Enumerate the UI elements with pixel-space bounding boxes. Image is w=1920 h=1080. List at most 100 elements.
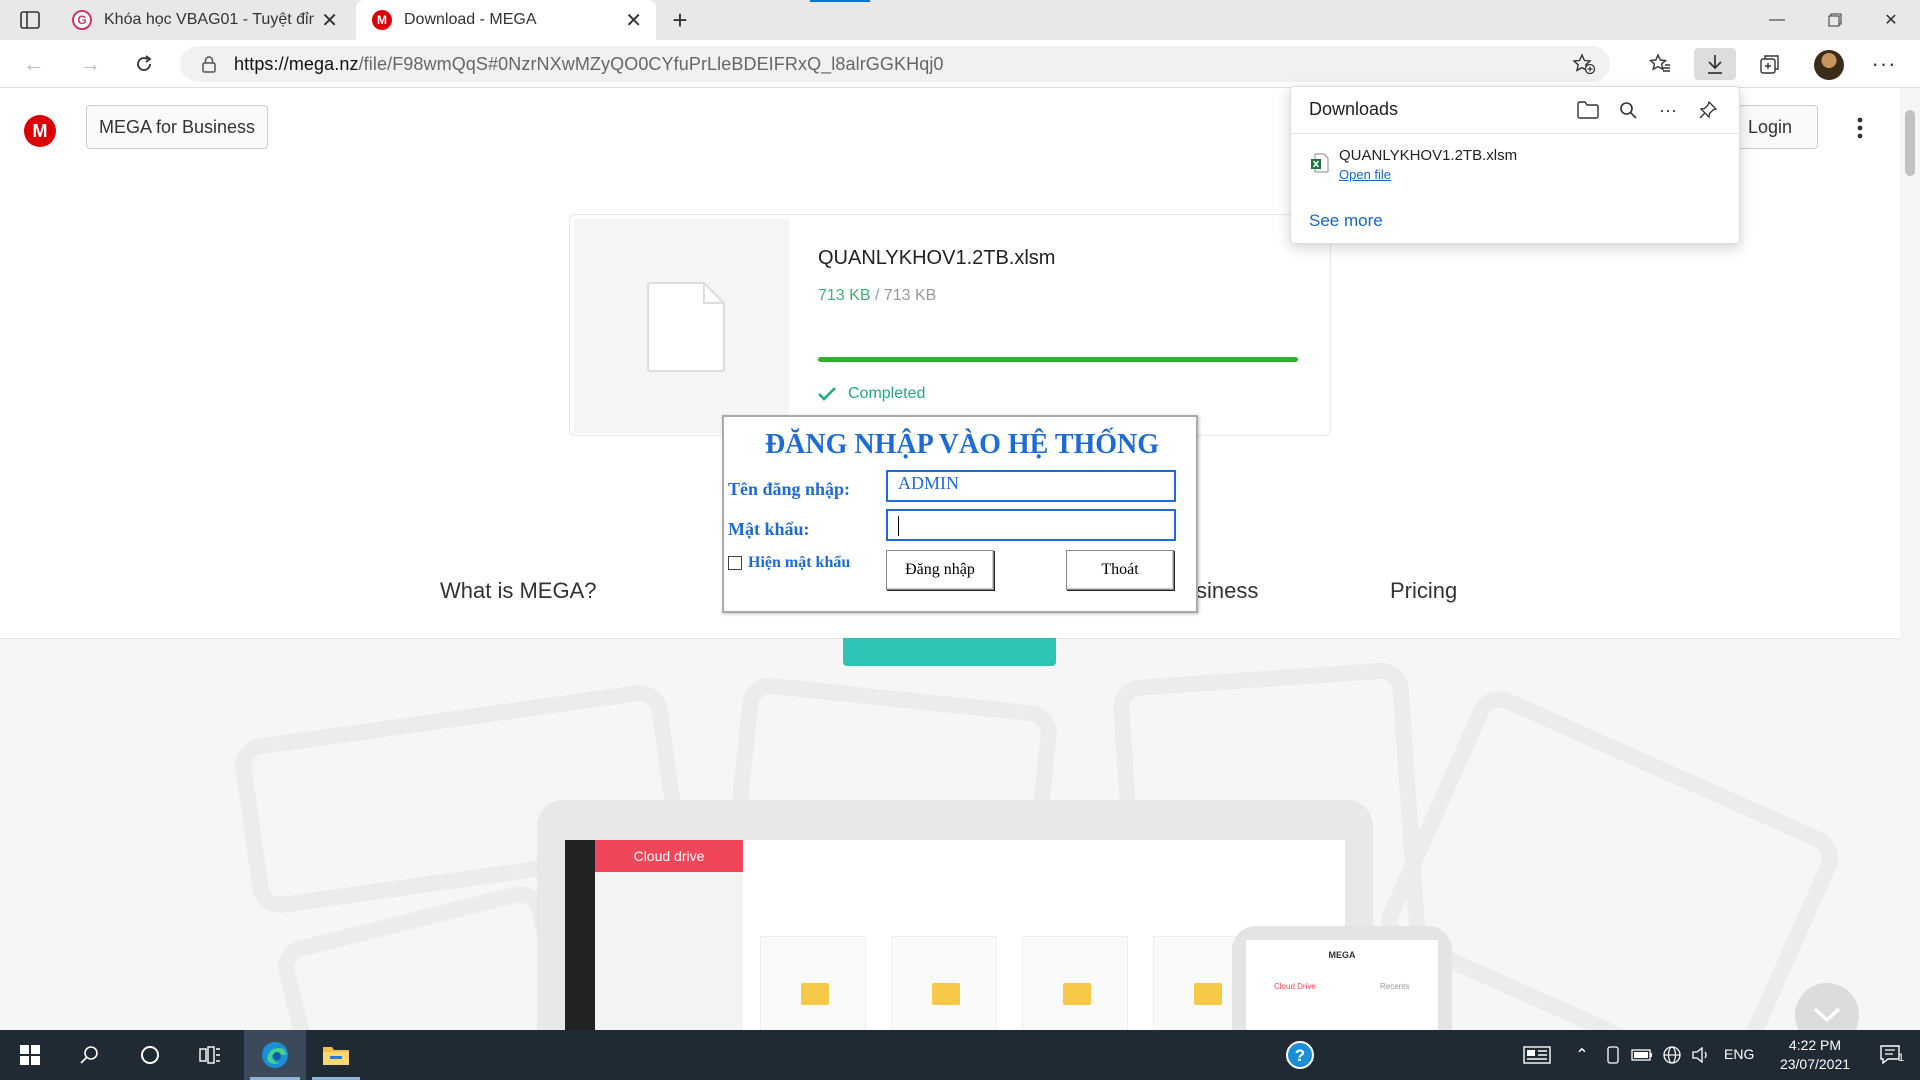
chevron-down-icon xyxy=(1813,1007,1841,1023)
preview-nav xyxy=(595,872,743,1030)
download-progress-bar xyxy=(818,357,1298,362)
preview-folder-tile xyxy=(891,936,997,1030)
volume-icon[interactable] xyxy=(1688,1030,1714,1080)
mega-favicon-icon: M xyxy=(372,10,392,30)
pricing-link[interactable]: Pricing xyxy=(1390,578,1457,604)
size-separator: / xyxy=(874,287,880,304)
dang-nhap-button[interactable]: Đăng nhập xyxy=(886,550,994,590)
url-host: https://mega.nz xyxy=(234,54,359,74)
thoat-button[interactable]: Thoát xyxy=(1066,550,1174,590)
login-title: ĐĂNG NHẬP VÀO HỆ THỐNG xyxy=(764,429,1160,460)
windows-taskbar: ? ⌃ ENG 4:22 PM 23/07/2021 1 xyxy=(0,1030,1920,1080)
see-more-link[interactable]: See more xyxy=(1309,211,1383,231)
file-name: QUANLYKHOV1.2TB.xlsm xyxy=(818,247,1056,269)
system-clock[interactable]: 4:22 PM 23/07/2021 xyxy=(1770,1036,1860,1074)
task-view-icon[interactable] xyxy=(182,1030,238,1080)
phone-screen: MEGA Cloud Drive Recents xyxy=(1246,940,1438,1030)
downloads-title: Downloads xyxy=(1309,99,1399,119)
mega-for-business-button[interactable]: MEGA for Business xyxy=(86,105,268,149)
tab-mega-download[interactable]: M Download - MEGA ✕ xyxy=(356,0,656,40)
refresh-icon[interactable] xyxy=(128,48,160,80)
svg-text:?: ? xyxy=(1295,1046,1305,1065)
phone-mockup: MEGA Cloud Drive Recents xyxy=(1232,926,1452,1030)
preview-folder-tile xyxy=(1022,936,1128,1030)
create-account-button[interactable] xyxy=(843,638,1056,666)
input-language[interactable]: ENG xyxy=(1724,1046,1754,1062)
login-dialog: ĐĂNG NHẬP VÀO HỆ THỐNG Tên đăng nhập: AD… xyxy=(722,415,1198,613)
address-bar[interactable]: https://mega.nz/file/F98wmQqS#0NzrNXwMZy… xyxy=(180,46,1610,82)
downloaded-size: 713 KB xyxy=(818,287,871,304)
page-scrollbar[interactable] xyxy=(1900,88,1920,1030)
add-favorite-icon[interactable] xyxy=(1572,53,1596,75)
username-input[interactable]: ADMIN xyxy=(886,470,1176,502)
preview-folder-tile xyxy=(760,936,866,1030)
open-folder-icon[interactable] xyxy=(1575,97,1601,123)
news-widget-icon[interactable] xyxy=(1520,1030,1554,1080)
show-password-option[interactable]: Hiện mật khẩu xyxy=(728,554,850,572)
folder-icon xyxy=(1063,983,1091,1005)
file-download-card: QUANLYKHOV1.2TB.xlsm 713 KB / 713 KB Com… xyxy=(569,214,1331,436)
phone-title: MEGA xyxy=(1328,950,1356,960)
favorites-icon[interactable] xyxy=(1644,48,1676,80)
address-toolbar: ← → https://mega.nz/file/F98wmQqS#0NzrNX… xyxy=(0,40,1920,88)
profile-avatar[interactable] xyxy=(1814,50,1844,80)
password-input[interactable] xyxy=(886,509,1176,541)
file-size: 713 KB / 713 KB xyxy=(818,287,936,305)
device-icon[interactable] xyxy=(1600,1030,1626,1080)
downloads-icon[interactable] xyxy=(1694,48,1736,80)
scrollbar-thumb[interactable] xyxy=(1905,110,1915,176)
help-icon[interactable]: ? xyxy=(1280,1030,1320,1080)
windows-start-icon[interactable] xyxy=(0,1030,60,1080)
file-explorer-icon[interactable] xyxy=(306,1030,366,1080)
close-tab-icon[interactable]: ✕ xyxy=(321,8,338,33)
cortana-icon[interactable] xyxy=(122,1030,178,1080)
open-file-link[interactable]: Open file xyxy=(1339,167,1391,182)
more-options-icon[interactable]: ··· xyxy=(1655,97,1681,123)
tab-vba-course[interactable]: G Khóa học VBAG01 - Tuyệt đỉnh VBA ✕ xyxy=(60,0,352,40)
settings-more-icon[interactable]: ··· xyxy=(1868,48,1900,80)
close-window-icon[interactable]: ✕ xyxy=(1862,0,1920,40)
text-caret xyxy=(898,516,899,536)
collections-icon[interactable] xyxy=(1754,48,1786,80)
downloaded-file-name[interactable]: QUANLYKHOV1.2TB.xlsm xyxy=(1339,147,1517,164)
phone-tab-cloud: Cloud Drive xyxy=(1274,982,1316,991)
lock-icon[interactable] xyxy=(200,55,218,73)
battery-icon[interactable] xyxy=(1628,1030,1656,1080)
clock-date: 23/07/2021 xyxy=(1779,1056,1851,1072)
url-text[interactable]: https://mega.nz/file/F98wmQqS#0NzrNXwMZy… xyxy=(234,54,944,75)
username-value: ADMIN xyxy=(898,473,959,493)
preview-sidebar xyxy=(565,840,595,1030)
back-arrow-icon[interactable]: ← xyxy=(18,48,50,80)
tab-title: Download - MEGA xyxy=(404,11,537,28)
excel-file-icon xyxy=(1311,153,1329,173)
notification-center-icon[interactable]: 1 xyxy=(1866,1030,1916,1080)
tab-bar: G Khóa học VBAG01 - Tuyệt đỉnh VBA ✕ M D… xyxy=(0,0,1920,40)
checkmark-icon xyxy=(818,387,836,401)
cloud-drive-tab: Cloud drive xyxy=(595,840,743,872)
business-link[interactable]: siness xyxy=(1196,578,1258,604)
page-menu-icon[interactable] xyxy=(1850,116,1870,140)
chevron-up-icon[interactable]: ⌃ xyxy=(1570,1030,1594,1080)
close-tab-icon[interactable]: ✕ xyxy=(625,8,642,33)
forward-arrow-icon[interactable]: → xyxy=(74,48,106,80)
mega-logo[interactable]: M xyxy=(24,115,56,147)
show-password-label[interactable]: Hiện mật khẩu xyxy=(748,554,850,572)
network-globe-icon[interactable] xyxy=(1658,1030,1686,1080)
folder-icon xyxy=(801,983,829,1005)
shared-folder-icon xyxy=(1194,983,1222,1005)
clock-time: 4:22 PM xyxy=(1788,1037,1842,1053)
tab-actions-icon[interactable] xyxy=(16,8,44,32)
edge-taskbar-icon[interactable] xyxy=(244,1030,306,1080)
pin-icon[interactable] xyxy=(1695,97,1721,123)
notification-count: 1 xyxy=(1898,1052,1905,1064)
tab-title: Khóa học VBAG01 - Tuyệt đỉnh VBA xyxy=(104,11,314,28)
show-password-checkbox[interactable] xyxy=(728,556,742,570)
generic-file-icon xyxy=(647,282,725,372)
what-is-mega-link[interactable]: What is MEGA? xyxy=(440,578,596,604)
restore-icon[interactable] xyxy=(1806,0,1864,40)
downloads-flyout: Downloads ··· QUANLYKHOV1.2TB.xlsm Open … xyxy=(1290,86,1741,244)
search-icon[interactable] xyxy=(1615,97,1641,123)
search-icon[interactable] xyxy=(62,1030,118,1080)
new-tab-plus-icon[interactable]: + xyxy=(666,6,694,34)
minimize-icon[interactable]: — xyxy=(1748,0,1806,40)
